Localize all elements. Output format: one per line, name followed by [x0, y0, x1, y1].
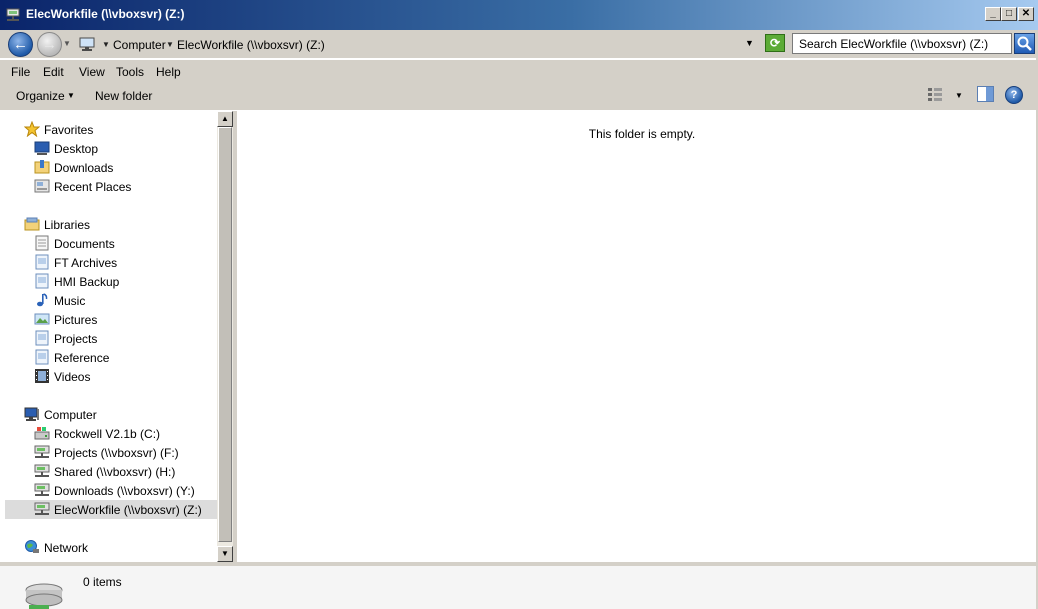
- network-drive-icon: [34, 445, 50, 458]
- library-icon: [35, 349, 49, 365]
- library-icon: [35, 254, 49, 270]
- menu-file[interactable]: File: [11, 65, 30, 79]
- change-view-icon[interactable]: [927, 87, 943, 101]
- star-icon: [24, 121, 40, 137]
- organize-dropdown-icon[interactable]: ▼: [67, 91, 75, 100]
- computer-icon: [79, 37, 95, 51]
- downloads-folder-icon: [34, 160, 50, 174]
- recent-pages-dropdown[interactable]: ▼: [63, 39, 71, 48]
- organize-button[interactable]: Organize: [16, 89, 65, 103]
- pictures-icon: [34, 313, 50, 325]
- scroll-up-button[interactable]: ▲: [217, 111, 233, 127]
- menu-tools[interactable]: Tools: [116, 65, 144, 79]
- menu-view[interactable]: View: [79, 65, 105, 79]
- menu-edit[interactable]: Edit: [43, 65, 64, 79]
- nav-scrollbar[interactable]: ▲ ▼: [217, 111, 233, 562]
- back-arrow-icon: ←: [13, 36, 28, 53]
- network-drive-large-icon: [25, 583, 63, 609]
- item-count: 0 items: [83, 575, 122, 589]
- network-drive-icon: [6, 8, 20, 21]
- close-button[interactable]: ✕: [1018, 7, 1034, 21]
- scroll-thumb[interactable]: [218, 127, 232, 542]
- recent-places-icon: [34, 179, 50, 193]
- address-dropdown[interactable]: ▼: [745, 38, 754, 48]
- network-drive-icon: [34, 464, 50, 477]
- libraries-icon: [24, 217, 40, 231]
- window-title: ElecWorkfile (\\vboxsvr) (Z:): [26, 7, 185, 21]
- desktop-icon: [34, 141, 50, 155]
- search-box[interactable]: [792, 33, 1012, 54]
- local-drive-icon: [34, 427, 50, 440]
- minimize-button[interactable]: _: [985, 7, 1001, 21]
- menu-bar: File Edit View Tools Help: [0, 60, 1038, 82]
- menu-help[interactable]: Help: [156, 65, 181, 79]
- new-folder-button[interactable]: New folder: [95, 89, 152, 103]
- address-bar[interactable]: ▼ Computer ▼ ElecWorkfile (\\vboxsvr) (Z…: [76, 33, 762, 55]
- refresh-button[interactable]: ⟳: [765, 34, 785, 52]
- computer-icon: [24, 407, 39, 421]
- details-pane: 0 items: [0, 562, 1038, 609]
- back-button[interactable]: ←: [8, 32, 33, 57]
- help-icon[interactable]: ?: [1005, 86, 1023, 104]
- documents-library-icon: [35, 235, 49, 251]
- command-bar: Organize ▼ New folder: [0, 82, 1038, 110]
- network-drive-icon: [34, 483, 50, 496]
- breadcrumb-computer[interactable]: Computer: [113, 38, 166, 52]
- network-globe-icon: [25, 540, 39, 553]
- forward-button[interactable]: →: [37, 32, 62, 57]
- scroll-down-button[interactable]: ▼: [217, 546, 233, 562]
- search-icon: [1017, 36, 1032, 51]
- nav-drive-z[interactable]: ElecWorkfile (\\vboxsvr) (Z:): [5, 500, 217, 519]
- title-bar: ElecWorkfile (\\vboxsvr) (Z:) _ □ ✕: [0, 0, 1038, 30]
- empty-folder-message: This folder is empty.: [588, 127, 696, 141]
- film-icon: [35, 369, 49, 383]
- navigation-pane: Favorites Desktop Downloads Recent Place…: [5, 111, 217, 562]
- file-list-area[interactable]: This folder is empty.: [237, 111, 1036, 562]
- library-icon: [35, 330, 49, 346]
- view-dropdown-icon[interactable]: ▼: [955, 91, 963, 100]
- forward-arrow-icon: →: [42, 36, 57, 53]
- network-drive-icon: [34, 502, 50, 515]
- breadcrumb-current[interactable]: ElecWorkfile (\\vboxsvr) (Z:): [177, 38, 325, 52]
- breadcrumb-arrow-icon[interactable]: ▼: [102, 40, 110, 49]
- library-icon: [35, 273, 49, 289]
- music-note-icon: [37, 293, 48, 307]
- maximize-button[interactable]: □: [1001, 7, 1017, 21]
- search-input[interactable]: [793, 34, 1011, 53]
- breadcrumb-arrow-icon[interactable]: ▼: [166, 40, 174, 49]
- preview-pane-icon[interactable]: [977, 86, 994, 102]
- search-button[interactable]: [1014, 33, 1035, 54]
